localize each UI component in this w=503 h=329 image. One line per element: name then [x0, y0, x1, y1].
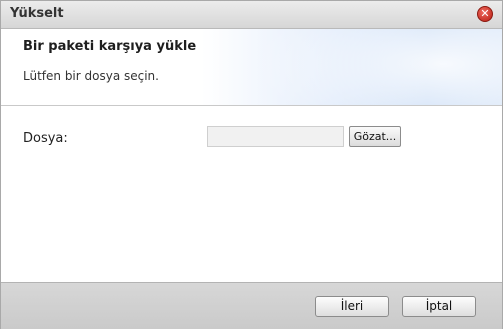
page-subtitle: Lütfen bir dosya seçin.: [23, 69, 159, 83]
page-title: Bir paketi karşıya yükle: [23, 39, 197, 54]
window-title: Yükselt: [10, 6, 64, 21]
browse-button[interactable]: Gözat...: [349, 126, 401, 147]
file-path-field[interactable]: [207, 126, 344, 147]
close-icon[interactable]: ✕: [477, 6, 493, 22]
dialog-footer: İleri İptal: [1, 282, 502, 329]
cancel-button[interactable]: İptal: [402, 296, 476, 317]
file-field-label: Dosya:: [23, 131, 68, 146]
dialog-content: Dosya: Gözat...: [1, 106, 502, 282]
next-button[interactable]: İleri: [315, 296, 389, 317]
header-decoration: [251, 29, 502, 105]
title-bar[interactable]: Yükselt ✕: [1, 1, 502, 29]
dialog-header: Bir paketi karşıya yükle Lütfen bir dosy…: [1, 29, 502, 106]
upload-dialog: Yükselt ✕ Bir paketi karşıya yükle Lütfe…: [0, 0, 503, 329]
